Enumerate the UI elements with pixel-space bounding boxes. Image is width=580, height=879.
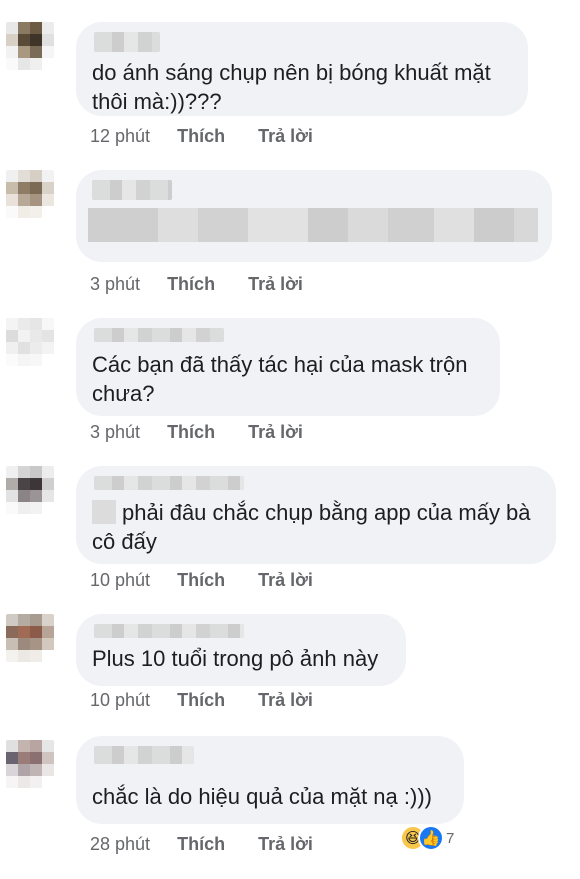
like-button[interactable]: Thích	[177, 834, 225, 855]
reply-button[interactable]: Trả lời	[258, 570, 313, 591]
comment-text: Plus 10 tuổi trong pô ảnh này	[92, 646, 379, 671]
author-name[interactable]	[94, 476, 244, 490]
like-button[interactable]: Thích	[177, 126, 225, 147]
timestamp[interactable]: 10 phút	[90, 570, 150, 591]
comment-meta: 28 phút Thích Trả lời	[90, 834, 313, 855]
comment-meta: 3 phút Thích Trả lời	[90, 422, 303, 443]
comment-bubble: do ánh sáng chụp nên bị bóng khuất mặt t…	[76, 22, 528, 116]
author-name[interactable]	[94, 746, 194, 764]
like-button[interactable]: Thích	[167, 274, 215, 295]
timestamp[interactable]: 10 phút	[90, 690, 150, 711]
timestamp[interactable]: 28 phút	[90, 834, 150, 855]
like-button[interactable]: Thích	[167, 422, 215, 443]
reply-button[interactable]: Trả lời	[258, 834, 313, 855]
like-button[interactable]: Thích	[177, 690, 225, 711]
reaction-count: 7	[446, 829, 455, 847]
like-button[interactable]: Thích	[177, 570, 225, 591]
comment-text: phải đâu chắc chụp bằng app của mấy bà c…	[92, 500, 531, 554]
reply-button[interactable]: Trả lời	[248, 274, 303, 295]
comment-text: do ánh sáng chụp nên bị bóng khuất mặt t…	[92, 60, 491, 114]
comment-meta: 10 phút Thích Trả lời	[90, 690, 313, 711]
avatar[interactable]	[6, 740, 54, 788]
reply-button[interactable]: Trả lời	[258, 126, 313, 147]
comment-meta: 12 phút Thích Trả lời	[90, 126, 313, 147]
comment-bubble	[76, 170, 552, 262]
comment-meta: 3 phút Thích Trả lời	[90, 274, 303, 295]
timestamp[interactable]: 12 phút	[90, 126, 150, 147]
comment-text: chắc là do hiệu quả của mặt nạ :)))	[92, 784, 432, 809]
mention-tag[interactable]	[92, 500, 116, 524]
comment-text: Các bạn đã thấy tác hại của mask trộn ch…	[92, 352, 468, 406]
reaction-summary[interactable]: 😆 👍 7	[400, 824, 454, 852]
reply-button[interactable]: Trả lời	[258, 690, 313, 711]
avatar[interactable]	[6, 170, 54, 218]
author-name[interactable]	[94, 32, 160, 52]
author-name[interactable]	[94, 328, 224, 342]
comment-bubble: Plus 10 tuổi trong pô ảnh này	[76, 614, 406, 686]
blurred-comment-text	[88, 208, 540, 242]
author-name[interactable]	[92, 180, 172, 200]
timestamp[interactable]: 3 phút	[90, 422, 140, 443]
comment-bubble: chắc là do hiệu quả của mặt nạ :)))	[76, 736, 464, 824]
reply-button[interactable]: Trả lời	[248, 422, 303, 443]
avatar[interactable]	[6, 466, 54, 514]
avatar[interactable]	[6, 22, 54, 70]
comment-bubble: phải đâu chắc chụp bằng app của mấy bà c…	[76, 466, 556, 564]
like-icon: 👍	[418, 825, 444, 851]
comment-bubble: Các bạn đã thấy tác hại của mask trộn ch…	[76, 318, 500, 416]
avatar[interactable]	[6, 614, 54, 662]
timestamp[interactable]: 3 phút	[90, 274, 140, 295]
author-name[interactable]	[94, 624, 244, 638]
comment-meta: 10 phút Thích Trả lời	[90, 570, 313, 591]
avatar[interactable]	[6, 318, 54, 366]
